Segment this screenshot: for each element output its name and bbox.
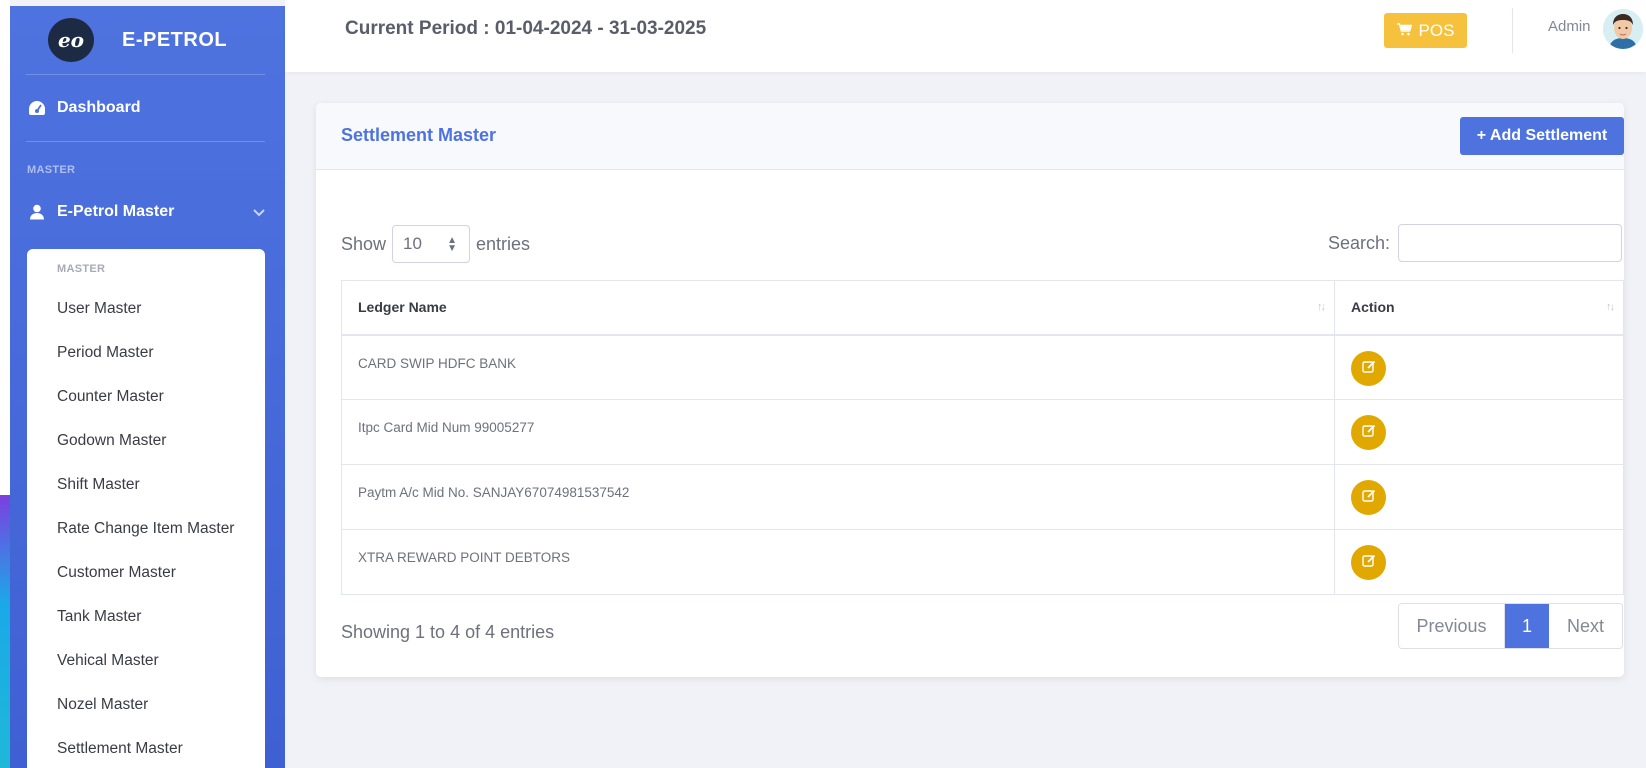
page-length-control: Show 10 ▲ ▼ entries	[341, 225, 530, 263]
submenu-item-nozel-master[interactable]: Nozel Master	[27, 683, 265, 727]
pagination: Previous 1 Next	[1398, 603, 1623, 649]
next-page-button[interactable]: Next	[1549, 604, 1622, 648]
submenu: MASTER User Master Period Master Counter…	[27, 249, 265, 768]
column-header-ledger-name[interactable]: Ledger Name ↑↓	[341, 280, 1335, 336]
edit-button[interactable]	[1351, 415, 1386, 450]
pos-button[interactable]: POS	[1384, 13, 1467, 48]
show-label: Show	[341, 233, 387, 254]
table-row: Paytm A/c Mid No. SANJAY67074981537542	[341, 464, 1624, 530]
submenu-item-godown-master[interactable]: Godown Master	[27, 419, 265, 463]
page-title: Settlement Master	[341, 125, 497, 145]
topbar: Current Period : 01-04-2024 - 31-03-2025…	[285, 0, 1646, 72]
edit-icon	[1361, 360, 1376, 377]
action-cell	[1334, 529, 1624, 595]
table-header-row: Ledger Name ↑↓ Action ↑↓	[341, 280, 1624, 336]
submenu-item-period-master[interactable]: Period Master	[27, 331, 265, 375]
select-arrows-icon: ▲ ▼	[447, 235, 458, 254]
sidebar-divider	[26, 141, 265, 142]
sidebar-heading: MASTER	[27, 164, 76, 176]
column-header-action[interactable]: Action ↑↓	[1334, 280, 1624, 336]
ledger-name-cell: Itpc Card Mid Num 99005277	[341, 399, 1335, 465]
page-length-select[interactable]: 10 ▲ ▼	[392, 225, 471, 263]
edge-accent	[0, 495, 10, 768]
settlement-card: Settlement Master + Add Settlement Show …	[316, 103, 1624, 677]
submenu-item-user-master[interactable]: User Master	[27, 287, 265, 331]
action-cell	[1334, 399, 1624, 465]
cart-icon	[1396, 22, 1412, 39]
add-settlement-button[interactable]: + Add Settlement	[1460, 117, 1624, 155]
search-input[interactable]	[1398, 224, 1622, 262]
entries-label: entries	[476, 233, 531, 254]
brand-name: E-PETROL	[122, 28, 228, 51]
edit-icon	[1361, 424, 1376, 441]
column-header-label: Action	[1351, 299, 1395, 316]
submenu-item-vehical-master[interactable]: Vehical Master	[27, 639, 265, 683]
left-edge	[0, 0, 10, 768]
action-cell	[1334, 464, 1624, 530]
ledger-name-cell: Paytm A/c Mid No. SANJAY67074981537542	[341, 464, 1335, 530]
table-info: Showing 1 to 4 of 4 entries	[341, 622, 555, 642]
edit-icon	[1361, 489, 1376, 506]
sidebar-item-label: E-Petrol Master	[57, 203, 175, 220]
topbar-divider	[1512, 8, 1513, 53]
search-label: Search:	[1327, 232, 1390, 253]
sort-icon: ↑↓	[1606, 301, 1615, 313]
page-length-value: 10	[403, 234, 422, 253]
ledger-name-cell: XTRA REWARD POINT DEBTORS	[341, 529, 1335, 595]
edit-button[interactable]	[1351, 545, 1386, 580]
edit-icon	[1361, 554, 1376, 571]
card-header: Settlement Master + Add Settlement	[316, 103, 1624, 170]
table-row: CARD SWIP HDFC BANK	[341, 334, 1624, 400]
submenu-item-rate-change-item-master[interactable]: Rate Change Item Master	[27, 507, 265, 551]
chevron-down-icon	[253, 204, 265, 222]
user-icon	[27, 202, 47, 222]
submenu-item-counter-master[interactable]: Counter Master	[27, 375, 265, 419]
action-cell	[1334, 334, 1624, 400]
ledger-name-cell: CARD SWIP HDFC BANK	[341, 334, 1335, 400]
sidebar-item-dashboard[interactable]: Dashboard	[10, 75, 285, 141]
sidebar: eo E-PETROL Dashboard MASTER E-Petrol Ma…	[10, 6, 285, 768]
brand-logo: eo	[48, 18, 94, 62]
pos-label: POS	[1418, 20, 1455, 40]
submenu-item-customer-master[interactable]: Customer Master	[27, 551, 265, 595]
sort-icon: ↑↓	[1317, 301, 1326, 313]
user-name[interactable]: Admin	[1548, 18, 1591, 35]
current-period: Current Period : 01-04-2024 - 31-03-2025	[345, 18, 707, 39]
brand[interactable]: eo E-PETROL	[10, 6, 285, 74]
edit-button[interactable]	[1351, 350, 1386, 386]
sidebar-item-e-petrol-master[interactable]: E-Petrol Master	[10, 182, 285, 242]
page-1-button[interactable]: 1	[1505, 604, 1549, 648]
previous-page-button[interactable]: Previous	[1399, 604, 1505, 648]
submenu-item-shift-master[interactable]: Shift Master	[27, 463, 265, 507]
tachometer-icon	[27, 98, 47, 118]
avatar[interactable]	[1603, 9, 1643, 49]
column-header-label: Ledger Name	[358, 299, 447, 316]
submenu-item-tank-master[interactable]: Tank Master	[27, 595, 265, 639]
submenu-heading: MASTER	[57, 263, 106, 275]
submenu-item-settlement-master[interactable]: Settlement Master	[27, 727, 265, 768]
edit-button[interactable]	[1351, 480, 1386, 515]
settlement-table: Ledger Name ↑↓ Action ↑↓ CARD SWIP HDFC …	[341, 280, 1624, 595]
sidebar-item-label: Dashboard	[57, 99, 141, 116]
table-row: Itpc Card Mid Num 99005277	[341, 399, 1624, 465]
table-row: XTRA REWARD POINT DEBTORS	[341, 529, 1624, 595]
search-control: Search:	[1328, 224, 1622, 262]
